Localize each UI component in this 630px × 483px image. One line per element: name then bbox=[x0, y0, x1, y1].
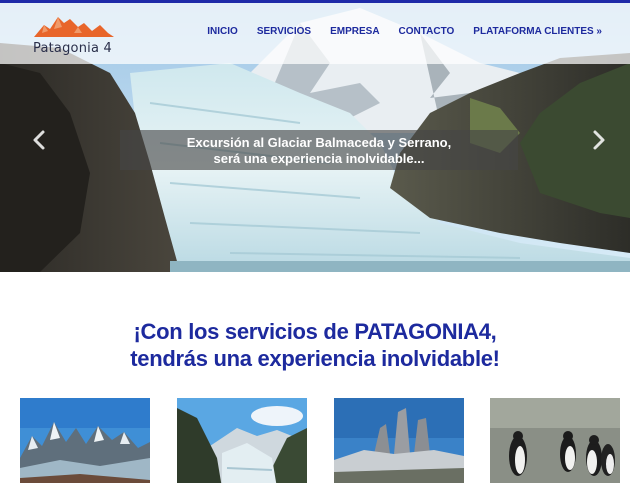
site-header: Patagonia 4 INICIO SERVICIOS EMPRESA CON… bbox=[0, 3, 630, 64]
mountain-logo-icon bbox=[34, 17, 114, 37]
nav-item-plataforma-clientes[interactable]: PLATAFORMA CLIENTES » bbox=[473, 26, 602, 37]
chevron-right-icon[interactable] bbox=[590, 129, 608, 151]
thumbnail-mountain-peaks[interactable] bbox=[20, 398, 150, 483]
thumbnail-granite-towers[interactable] bbox=[334, 398, 464, 483]
nav-item-servicios[interactable]: SERVICIOS bbox=[257, 26, 311, 37]
brand-name: Patagonia 4 bbox=[33, 41, 112, 56]
brand-logo[interactable]: Patagonia 4 bbox=[28, 11, 118, 61]
nav-item-inicio[interactable]: INICIO bbox=[207, 26, 238, 37]
granite-towers-photo bbox=[334, 398, 464, 483]
hero-caption-line-2: será una experiencia inolvidable... bbox=[213, 151, 425, 166]
glacier-valley-photo bbox=[177, 398, 307, 483]
thumbnail-penguins[interactable] bbox=[490, 398, 620, 483]
top-accent-rule bbox=[0, 0, 630, 3]
headline-line-1: ¡Con los servicios de PATAGONIA4, bbox=[133, 319, 497, 344]
penguins-photo bbox=[490, 398, 620, 483]
thumbnail-glacier-valley[interactable] bbox=[177, 398, 307, 483]
mountain-peaks-photo bbox=[20, 398, 150, 483]
headline-line-2: tendrás una experiencia inolvidable! bbox=[130, 346, 500, 371]
nav-item-empresa[interactable]: EMPRESA bbox=[330, 26, 379, 37]
hero-caption-line-1: Excursión al Glaciar Balmaceda y Serrano… bbox=[186, 135, 452, 150]
services-headline: ¡Con los servicios de PATAGONIA4, tendrá… bbox=[0, 318, 630, 372]
hero-caption: Excursión al Glaciar Balmaceda y Serrano… bbox=[120, 130, 518, 170]
chevron-left-icon[interactable] bbox=[30, 129, 48, 151]
main-nav: INICIO SERVICIOS EMPRESA CONTACTO PLATAF… bbox=[188, 26, 602, 37]
nav-item-contacto[interactable]: CONTACTO bbox=[399, 26, 455, 37]
